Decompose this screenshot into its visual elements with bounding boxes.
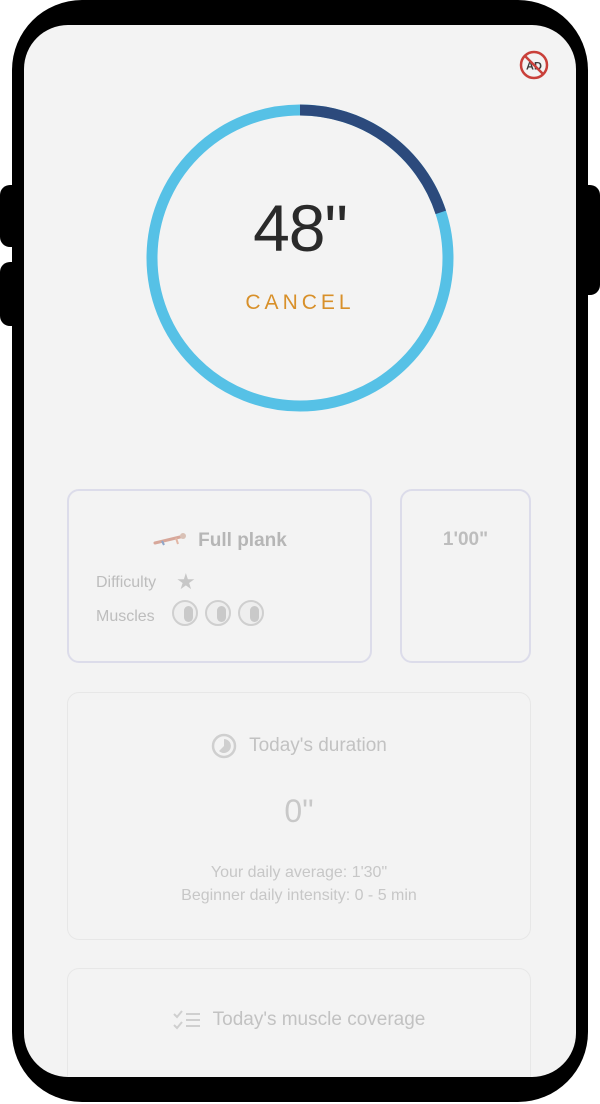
no-ads-icon[interactable]: AD — [519, 50, 549, 80]
pie-clock-icon — [211, 733, 237, 759]
muscle-coverage-card: Today's muscle coverage — [67, 968, 531, 1077]
exercise-time-value: 1'00" — [442, 529, 489, 550]
muscle-icon-3 — [238, 600, 264, 626]
coverage-title-row: Today's muscle coverage — [68, 1009, 530, 1031]
coverage-title: Today's muscle coverage — [212, 1009, 426, 1031]
exercise-title-row: Full plank — [69, 529, 370, 553]
difficulty-label: Difficulty — [96, 574, 157, 591]
exercise-name: Full plank — [198, 530, 287, 552]
daily-average-text: Your daily average: 1'30" — [210, 864, 388, 881]
muscle-icon-1 — [172, 600, 198, 626]
exercise-card[interactable]: Full plank Difficulty ★ Muscles — [67, 489, 372, 663]
timer-countdown: 48" — [253, 191, 348, 265]
duration-value: 0" — [284, 793, 314, 829]
daily-intensity-text: Beginner daily intensity: 0 - 5 min — [181, 887, 417, 904]
duration-title-row: Today's duration — [68, 733, 530, 759]
muscle-icon-2 — [205, 600, 231, 626]
muscles-label: Muscles — [96, 608, 155, 625]
checklist-icon — [172, 1009, 201, 1031]
cancel-button[interactable]: CANCEL — [145, 291, 455, 315]
plank-thumbnail-icon — [152, 529, 188, 553]
star-icon: ★ — [176, 569, 196, 594]
exercise-time-card[interactable]: 1'00" — [400, 489, 531, 663]
duration-card: Today's duration 0" Your daily average: … — [67, 692, 531, 940]
workout-screen: AD 48" CANCEL Full plank Difficulty ★ Mu… — [24, 25, 576, 1077]
duration-title: Today's duration — [249, 735, 387, 757]
